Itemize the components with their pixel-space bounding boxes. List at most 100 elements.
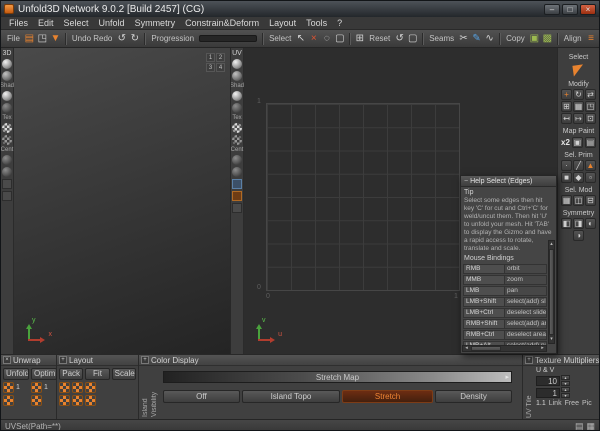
- viewport-3d[interactable]: 1 2 3 4 y x: [14, 48, 231, 354]
- mode-island-topo-button[interactable]: Island Topo: [241, 390, 341, 403]
- rect-select-icon[interactable]: ▢: [333, 32, 346, 45]
- corner-tool-icon[interactable]: ◳: [585, 101, 596, 112]
- symmetry-right-icon[interactable]: ◨: [573, 218, 584, 229]
- delete-selection-icon[interactable]: ×: [307, 32, 320, 45]
- island-select-icon[interactable]: ◆: [573, 172, 584, 183]
- quad-1-button[interactable]: 1: [206, 53, 215, 62]
- redo-icon[interactable]: ↻: [128, 32, 141, 45]
- scroll-down-icon[interactable]: ▾: [548, 336, 555, 343]
- poly-select-icon[interactable]: ■: [561, 172, 572, 183]
- quad-4-button[interactable]: 4: [216, 63, 225, 72]
- shaded-sphere-icon[interactable]: [2, 59, 12, 69]
- scale-button[interactable]: Scale: [111, 368, 136, 380]
- vertical-scroll-thumb[interactable]: [549, 249, 554, 335]
- center-tool-icon[interactable]: ⊡: [585, 113, 596, 124]
- uv-tile-color-icon[interactable]: [232, 191, 242, 201]
- menu-constrain-deform[interactable]: Constrain&Deform: [180, 18, 264, 28]
- minimize-button[interactable]: –: [544, 3, 560, 15]
- mode-off-button[interactable]: Off: [163, 390, 240, 403]
- vertical-scrollbar[interactable]: ▴ ▾: [548, 240, 555, 344]
- uv-axis-color-icon[interactable]: [232, 179, 242, 189]
- status-uvset-icon[interactable]: ▤: [575, 421, 584, 431]
- quad-3-button[interactable]: 3: [206, 63, 215, 72]
- grid-tool-icon[interactable]: ⊞: [561, 101, 572, 112]
- reset-icon[interactable]: ↺: [393, 32, 406, 45]
- mode-stretch-button[interactable]: Stretch: [342, 390, 434, 403]
- menu-unfold[interactable]: Unfold: [94, 18, 130, 28]
- face-select-icon[interactable]: ▲: [585, 160, 596, 171]
- binding-row[interactable]: LMB+Ctrl deselect slide: [463, 308, 547, 318]
- pack-preset-icon[interactable]: [59, 382, 70, 393]
- undo-icon[interactable]: ↺: [115, 32, 128, 45]
- reset-frame-icon[interactable]: ▢: [406, 32, 419, 45]
- fit-preset-icon-2[interactable]: [72, 395, 83, 406]
- menu-layout[interactable]: Layout: [264, 18, 301, 28]
- uv-checker-icon[interactable]: [232, 123, 242, 133]
- menu-tools[interactable]: Tools: [301, 18, 332, 28]
- menu-help[interactable]: ?: [332, 18, 347, 28]
- swap-tool-icon[interactable]: ⇄: [585, 89, 596, 100]
- maximize-button[interactable]: □: [562, 3, 578, 15]
- v-spin-down-icon[interactable]: ▾: [561, 393, 570, 398]
- binding-row[interactable]: RMB orbit: [463, 264, 547, 274]
- uv-flat-shading-icon[interactable]: [232, 103, 242, 113]
- fit-preset-icon[interactable]: [72, 382, 83, 393]
- unfold-preset-icon[interactable]: [3, 382, 14, 393]
- pack-preset-icon-2[interactable]: [59, 395, 70, 406]
- lasso-select-icon[interactable]: ◌: [320, 32, 333, 45]
- layout-collapse-toggle[interactable]: +: [59, 356, 67, 364]
- unwrap-collapse-toggle[interactable]: ×: [3, 356, 11, 364]
- mirror-left-icon[interactable]: ◐: [585, 218, 596, 229]
- mode-density-button[interactable]: Density: [435, 390, 512, 403]
- binding-row[interactable]: LMB pan: [463, 286, 547, 296]
- object-select-icon[interactable]: ▫: [585, 172, 596, 183]
- grid-toggle-icon[interactable]: [2, 179, 12, 189]
- free-option[interactable]: Free: [565, 400, 579, 407]
- uv-shaded-icon[interactable]: [232, 59, 242, 69]
- rotate-tool-icon[interactable]: ↻: [573, 89, 584, 100]
- shading-mode-icon[interactable]: [2, 91, 12, 101]
- uv-grid-toggle-icon[interactable]: [232, 203, 242, 213]
- copy-uvs-icon[interactable]: ▣: [528, 32, 541, 45]
- status-grid-icon[interactable]: ▦: [586, 421, 595, 431]
- grid-view-icon[interactable]: ⊞: [353, 32, 366, 45]
- pen-seams-icon[interactable]: ✎: [470, 32, 483, 45]
- open-file-icon[interactable]: ◳: [36, 32, 49, 45]
- loop-selection-icon[interactable]: ◫: [573, 195, 584, 206]
- align-vertical-icon[interactable]: ≋: [598, 32, 599, 45]
- binding-row[interactable]: RMB+Shiftselect(add) area: [463, 319, 547, 329]
- v-spin-up-icon[interactable]: ▴: [561, 387, 570, 392]
- quad-2-button[interactable]: 2: [216, 53, 225, 62]
- select-cursor-icon[interactable]: ↖: [294, 32, 307, 45]
- save-file-icon[interactable]: ▼: [49, 32, 62, 45]
- flat-shading-icon[interactable]: [2, 103, 12, 113]
- scroll-up-icon[interactable]: ▴: [548, 241, 555, 248]
- horizontal-scroll-thumb[interactable]: [471, 346, 501, 351]
- symmetry-left-icon[interactable]: ◧: [561, 218, 572, 229]
- scroll-left-icon[interactable]: ◂: [463, 345, 470, 352]
- uv-center-selection-icon[interactable]: [232, 167, 242, 177]
- cut-seams-icon[interactable]: ✂: [457, 32, 470, 45]
- collapse-button[interactable]: −: [464, 178, 468, 185]
- v-multiplier-value[interactable]: 1: [536, 387, 560, 398]
- center-view-icon[interactable]: [2, 155, 12, 165]
- scale-preset-icon-2[interactable]: [85, 395, 96, 406]
- scroll-right-icon[interactable]: ▸: [539, 345, 546, 352]
- wireframe-sphere-icon[interactable]: [2, 71, 12, 81]
- unfold-preset-icon-2[interactable]: [3, 395, 14, 406]
- fill-tool-icon[interactable]: ▦: [573, 101, 584, 112]
- edge-select-icon[interactable]: ╱: [573, 160, 584, 171]
- menu-symmetry[interactable]: Symmetry: [130, 18, 181, 28]
- menu-edit[interactable]: Edit: [33, 18, 59, 28]
- u-multiplier-value[interactable]: 10: [536, 375, 560, 386]
- checker-texture-dark-icon[interactable]: [2, 135, 12, 145]
- center-selection-icon[interactable]: [2, 167, 12, 177]
- u-spin-down-icon[interactable]: ▾: [561, 381, 570, 386]
- move-left-tool-icon[interactable]: ↤: [561, 113, 572, 124]
- binding-row[interactable]: LMB+Shiftselect(add) slide: [463, 297, 547, 307]
- menu-files[interactable]: Files: [4, 18, 33, 28]
- optim-button[interactable]: Optim: [31, 368, 57, 380]
- grow-selection-icon[interactable]: ▦: [561, 195, 572, 206]
- optim-preset-icon[interactable]: [31, 382, 42, 393]
- pack-button[interactable]: Pack: [59, 368, 84, 380]
